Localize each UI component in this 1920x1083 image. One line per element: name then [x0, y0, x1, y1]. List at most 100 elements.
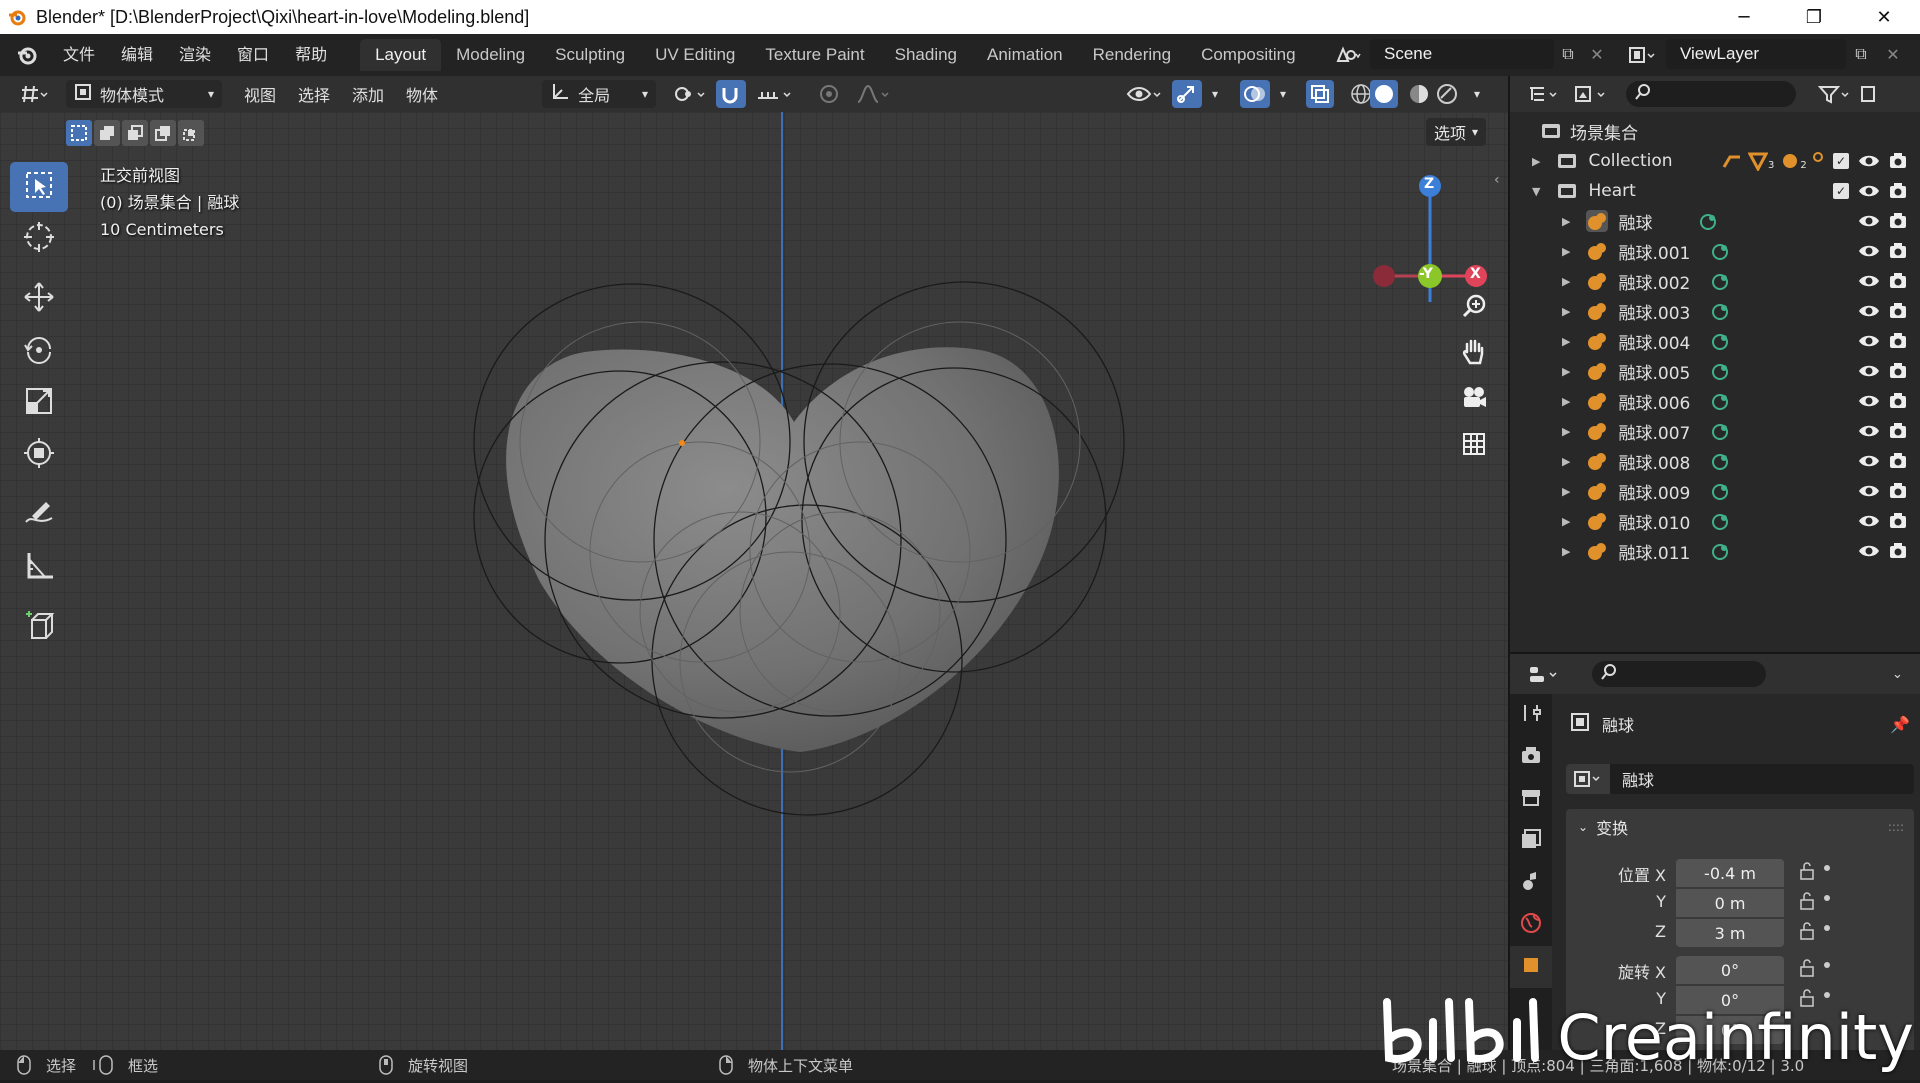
- view-layer-selector-icon[interactable]: [1620, 40, 1664, 70]
- filter-icon[interactable]: [1818, 84, 1854, 104]
- eye-icon[interactable]: [1858, 393, 1880, 409]
- select-new-icon[interactable]: [66, 120, 92, 146]
- outliner-row-object[interactable]: ▶ 融球.008: [1510, 446, 1920, 476]
- outliner-row-object[interactable]: ▶ 融球: [1510, 206, 1920, 236]
- overlays-dropdown-icon[interactable]: ▾: [1272, 80, 1294, 108]
- eye-icon[interactable]: [1858, 183, 1880, 199]
- eye-icon[interactable]: [1858, 423, 1880, 439]
- 3d-viewport[interactable]: 选项 ▾ 正交前视图 (0) 场景集合 | 融球 10 Centimeters …: [0, 112, 1508, 1050]
- expand-arrow-icon[interactable]: ▶: [1562, 515, 1570, 528]
- expand-arrow-icon[interactable]: ▶: [1562, 365, 1570, 378]
- outliner-row-collection[interactable]: ▶ Collection 3 2 ✓: [1510, 146, 1920, 176]
- gizmo-toggle-icon[interactable]: [1172, 80, 1202, 108]
- metaball-data-icon[interactable]: [1710, 421, 1730, 441]
- menu-window[interactable]: 窗口: [224, 40, 282, 70]
- rotate-tool[interactable]: [10, 326, 68, 376]
- keyframe-dot-icon[interactable]: [1824, 962, 1830, 968]
- scene-selector-icon[interactable]: [1328, 40, 1368, 70]
- lock-icon[interactable]: [1798, 891, 1818, 915]
- tab-rendering[interactable]: Rendering: [1078, 39, 1186, 71]
- outliner-row-object[interactable]: ▶ 融球.005: [1510, 356, 1920, 386]
- new-scene-icon[interactable]: ⧉: [1556, 42, 1580, 66]
- expand-arrow-icon[interactable]: ▶: [1562, 305, 1570, 318]
- eye-icon[interactable]: [1858, 273, 1880, 289]
- location-y-field[interactable]: 0 m: [1676, 889, 1784, 917]
- add-cube-tool[interactable]: [10, 602, 68, 652]
- outliner-row-object[interactable]: ▶ 融球.011: [1510, 536, 1920, 566]
- menu-help[interactable]: 帮助: [282, 40, 340, 70]
- expand-arrow-icon[interactable]: ▶: [1562, 215, 1570, 228]
- expand-arrow-icon[interactable]: ▶: [1562, 335, 1570, 348]
- metaball-data-icon[interactable]: [1698, 211, 1718, 231]
- expand-arrow-icon[interactable]: ▶: [1562, 425, 1570, 438]
- close-button[interactable]: ✕: [1856, 0, 1912, 34]
- cursor-tool[interactable]: [10, 214, 68, 264]
- camera-render-icon[interactable]: [1888, 452, 1908, 470]
- camera-render-icon[interactable]: [1888, 512, 1908, 530]
- gizmo-neg-y-label[interactable]: -Y: [1419, 266, 1433, 282]
- xray-toggle-icon[interactable]: [1306, 80, 1334, 108]
- eye-icon[interactable]: [1858, 213, 1880, 229]
- minimize-button[interactable]: ─: [1716, 0, 1772, 34]
- eye-icon[interactable]: [1858, 153, 1880, 169]
- display-mode-icon[interactable]: [1574, 84, 1614, 104]
- expand-arrow-icon[interactable]: ▶: [1562, 545, 1570, 558]
- camera-render-icon[interactable]: [1888, 302, 1908, 320]
- camera-render-icon[interactable]: [1888, 542, 1908, 560]
- metaball-data-icon[interactable]: [1710, 361, 1730, 381]
- collapse-arrow-icon[interactable]: ▼: [1532, 185, 1540, 198]
- lock-icon[interactable]: [1798, 861, 1818, 885]
- tab-sculpting[interactable]: Sculpting: [540, 39, 640, 71]
- menu-edit[interactable]: 编辑: [108, 40, 166, 70]
- camera-render-icon[interactable]: [1888, 242, 1908, 260]
- eye-icon[interactable]: [1858, 303, 1880, 319]
- shading-dropdown-icon[interactable]: ▾: [1466, 80, 1488, 108]
- gizmo-z-label[interactable]: Z: [1424, 176, 1434, 192]
- keyframe-dot-icon[interactable]: [1824, 865, 1830, 871]
- view-layer-tab[interactable]: [1510, 820, 1552, 862]
- metaball-data-icon[interactable]: [1710, 331, 1730, 351]
- metaball-data-icon[interactable]: [1710, 511, 1730, 531]
- camera-view-button[interactable]: [1454, 380, 1494, 420]
- expand-arrow-icon[interactable]: ▶: [1562, 245, 1570, 258]
- scale-tool[interactable]: [10, 378, 68, 428]
- editor-type-icon[interactable]: [10, 80, 58, 108]
- chevron-down-icon[interactable]: ⌄: [1892, 667, 1903, 682]
- properties-editor-type-icon[interactable]: [1528, 664, 1564, 684]
- tab-layout[interactable]: Layout: [360, 39, 442, 71]
- properties-search-input[interactable]: [1592, 661, 1766, 687]
- location-x-field[interactable]: -0.4 m: [1676, 859, 1784, 887]
- remove-view-layer-icon[interactable]: ✕: [1880, 42, 1906, 66]
- gizmo-x-label[interactable]: X: [1470, 266, 1481, 282]
- object-tab[interactable]: [1510, 946, 1552, 988]
- outliner-row-object[interactable]: ▶ 融球.004: [1510, 326, 1920, 356]
- overlays-toggle-icon[interactable]: [1240, 80, 1270, 108]
- tab-compositing[interactable]: Compositing: [1186, 39, 1311, 71]
- camera-render-icon[interactable]: [1888, 332, 1908, 350]
- metaball-data-icon[interactable]: [1710, 451, 1730, 471]
- proportional-falloff-icon[interactable]: [848, 80, 900, 108]
- keyframe-dot-icon[interactable]: [1824, 925, 1830, 931]
- pivot-point-icon[interactable]: [664, 80, 716, 108]
- outliner-row-object[interactable]: ▶ 融球.007: [1510, 416, 1920, 446]
- object-name-field[interactable]: 融球: [1566, 764, 1914, 794]
- outliner-search-input[interactable]: [1626, 81, 1796, 107]
- eye-icon[interactable]: [1858, 543, 1880, 559]
- select-box-tool[interactable]: [10, 162, 68, 212]
- eye-icon[interactable]: [1858, 513, 1880, 529]
- camera-render-icon[interactable]: [1888, 422, 1908, 440]
- output-tab[interactable]: [1510, 778, 1552, 820]
- camera-render-icon[interactable]: [1888, 152, 1908, 170]
- outliner-row-object[interactable]: ▶ 融球.003: [1510, 296, 1920, 326]
- mode-selector[interactable]: 物体模式 ▾: [66, 80, 222, 108]
- zoom-button[interactable]: [1454, 288, 1494, 328]
- menu-file[interactable]: 文件: [50, 40, 108, 70]
- location-z-field[interactable]: 3 m: [1676, 919, 1784, 947]
- rotation-x-field[interactable]: 0°: [1676, 956, 1784, 984]
- new-collection-icon[interactable]: [1860, 84, 1876, 104]
- object-visibility-icon[interactable]: [1118, 80, 1174, 108]
- eye-icon[interactable]: [1858, 333, 1880, 349]
- pan-button[interactable]: [1454, 334, 1494, 374]
- scene-tab[interactable]: [1510, 862, 1552, 904]
- remove-scene-icon[interactable]: ✕: [1586, 42, 1608, 66]
